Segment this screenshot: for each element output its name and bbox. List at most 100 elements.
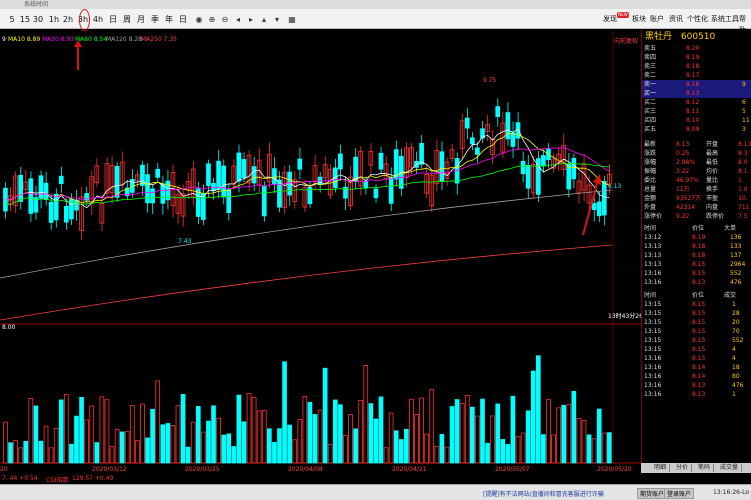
tick-top-row-0[interactable]: 13:12 8.19 136 xyxy=(642,233,751,242)
period-week[interactable]: 周 xyxy=(121,14,133,25)
eye-icon[interactable]: ◉ xyxy=(193,14,205,25)
volume-bar-26 xyxy=(135,440,140,464)
quote-key: 最高 xyxy=(706,150,719,157)
quote-row-0[interactable]: 最新 8.13 开盘 8.13 xyxy=(642,140,751,149)
index-value-b: 129.57 +0.49 xyxy=(72,475,114,482)
tick-bottom-row-4[interactable]: 13:15 8.15 552 xyxy=(642,336,751,345)
bid-volume: 11 xyxy=(742,117,750,124)
ask-row-3[interactable]: 卖二 8.17 xyxy=(642,71,751,80)
menu-personalize[interactable]: 个性化 xyxy=(687,14,708,25)
period-year[interactable]: 年 xyxy=(163,14,175,25)
tick-bottom-row-3[interactable]: 13:15 8.15 70 xyxy=(642,327,751,336)
candle-body-71 xyxy=(363,181,369,189)
bid-row-selected[interactable]: 买一 8.13 xyxy=(642,89,751,98)
ask-row-0[interactable]: 卖五 8.20 xyxy=(642,44,751,53)
tick-bottom-row-10[interactable]: 13:16 8.13 1 xyxy=(642,390,751,399)
zoom-in-icon[interactable]: ⊕ xyxy=(206,14,218,25)
menu-account[interactable]: 账户 xyxy=(650,14,664,25)
period-15[interactable]: 15 xyxy=(19,14,31,25)
ask-row-1[interactable]: 卖四 8.19 xyxy=(642,53,751,62)
quote-key: 最低 xyxy=(706,159,719,166)
bid-row-0[interactable]: 买二 8.12 6 xyxy=(642,98,751,107)
tick-header-2[interactable]: 时间 价位 成交 xyxy=(642,291,751,300)
bid-row-3[interactable]: 买五 8.09 3 xyxy=(642,125,751,134)
tick-bottom-row-6[interactable]: 13:16 8.15 4 xyxy=(642,354,751,363)
volume-bar-95 xyxy=(485,442,490,464)
candle-body-117 xyxy=(596,201,602,217)
tick-bottom-row-5[interactable]: 13:15 8.15 4 xyxy=(642,345,751,354)
login-account-button[interactable]: 登录账户 xyxy=(664,488,695,499)
menu-sector[interactable]: 板块 xyxy=(632,14,646,25)
arrow-left-icon[interactable]: ◂ xyxy=(232,14,244,25)
tick-head-time: 时间 xyxy=(644,225,657,232)
quote-row-4[interactable]: 委比 46.97% 量比 1. xyxy=(642,176,751,185)
volume-bar-15 xyxy=(79,396,84,464)
volume-bar-106 xyxy=(541,434,546,464)
volume-bar-45 xyxy=(231,446,237,464)
menu-help[interactable]: 帮助 xyxy=(739,14,751,34)
tick-price: 8.15 xyxy=(692,301,706,308)
tick-bottom-row-2[interactable]: 13:15 8.15 20 xyxy=(642,318,751,327)
tick-bottom-row-8[interactable]: 13:16 8.14 80 xyxy=(642,372,751,381)
period-1h[interactable]: 1h xyxy=(48,14,60,25)
tick-header[interactable]: 时间 价位 大单 xyxy=(642,224,751,233)
quote-key: 换手 xyxy=(706,186,719,193)
volume-bar-46 xyxy=(236,394,242,464)
tab-detail[interactable]: 明细 xyxy=(651,464,671,472)
period-2h[interactable]: 2h xyxy=(62,14,74,25)
period-30[interactable]: 30 xyxy=(32,14,44,25)
period-quarter[interactable]: 季 xyxy=(149,14,161,25)
quote-row-9[interactable]: 涨停价 9.22 跌停价 7.5 xyxy=(642,212,751,221)
period-5[interactable]: 5 xyxy=(6,14,18,25)
tick-price: 8.14 xyxy=(692,373,706,380)
quote-row-2[interactable]: 涨幅 2.98% 最低 8.0 xyxy=(642,158,751,167)
arrow-right-icon[interactable]: ▸ xyxy=(245,14,257,25)
arrow-down-icon[interactable]: ▾ xyxy=(271,14,283,25)
quote-row-6[interactable]: 金额 93527万 市盈 10. xyxy=(642,194,751,203)
tick-top-row-4[interactable]: 13:16 8.15 552 xyxy=(642,269,751,278)
arrow-up-icon[interactable]: ▴ xyxy=(258,14,270,25)
volume-bar-57 xyxy=(292,439,298,464)
fraud-notice[interactable]: [提醒]有不法网站/直播间和冒充客服进行诈骗 xyxy=(483,489,604,498)
grid-icon[interactable]: ▦ xyxy=(286,14,298,25)
menu-discover[interactable]: 发现 xyxy=(603,14,617,25)
quote-key: 开盘 xyxy=(706,141,719,148)
tick-bottom-row-9[interactable]: 13:16 8.13 476 xyxy=(642,381,751,390)
period-month[interactable]: 月 xyxy=(135,14,147,25)
bid-row-1[interactable]: 买三 8.11 5 xyxy=(642,107,751,116)
tick-bottom-row-1[interactable]: 13:15 8.15 28 xyxy=(642,309,751,318)
tick-top-row-1[interactable]: 13:13 8.18 133 xyxy=(642,242,751,251)
period-day[interactable]: 日 xyxy=(107,14,119,25)
ask-row-4[interactable]: 卖一 8.16 9 xyxy=(642,80,751,89)
volume-bar-22 xyxy=(114,428,120,464)
tick-bottom-row-0[interactable]: 13:15 8.15 1 xyxy=(642,300,751,309)
period-day2[interactable]: 日 xyxy=(177,14,189,25)
kline-chart[interactable]: 9 MA10 8.89 MA30 8.93 MA60 8.54 MA120 8.… xyxy=(0,30,751,473)
tick-top-row-5[interactable]: 13:16 8.13 476 xyxy=(642,278,751,287)
candle-body-9 xyxy=(48,201,54,223)
quote-row-1[interactable]: 涨跌 0.25 最高 8.3 xyxy=(642,149,751,158)
tab-price-dist[interactable]: 分价 xyxy=(673,464,693,472)
tab-volume[interactable]: 成交量 xyxy=(717,464,743,472)
quote-row-3[interactable]: 振幅 3.22 均价 8.1 xyxy=(642,167,751,176)
tick-bottom-row-7[interactable]: 13:16 8.14 18 xyxy=(642,363,751,372)
futures-account-button[interactable]: 期货账户 xyxy=(637,488,668,499)
quote-row-8[interactable]: 外盘 42314 内盘 711 xyxy=(642,203,751,212)
volume-bar-41 xyxy=(211,405,216,464)
quote-row-5[interactable]: 总量 11万 换手 1.0 xyxy=(642,185,751,194)
menu-news[interactable]: 资讯 xyxy=(669,14,683,25)
volume-bar-20 xyxy=(104,399,110,464)
candle-body-91 xyxy=(464,117,470,129)
volume-bar-114 xyxy=(581,420,587,464)
menu-system-tools[interactable]: 系统工具 xyxy=(711,14,739,25)
tick-top-row-3[interactable]: 13:13 8.15 2964 xyxy=(642,260,751,269)
bid-row-2[interactable]: 买四 8.10 11 xyxy=(642,116,751,125)
zoom-out-icon[interactable]: ⊖ xyxy=(219,14,231,25)
adjust-label: 向前复权 xyxy=(614,37,638,45)
period-4h[interactable]: 4h xyxy=(92,14,104,25)
tick-top-row-2[interactable]: 13:13 8.18 137 xyxy=(642,251,751,260)
volume-bar-119 xyxy=(607,432,612,464)
ask-row-2[interactable]: 卖三 8.18 xyxy=(642,62,751,71)
volume-bar-32 xyxy=(165,423,171,464)
tab-code[interactable]: 笔码 xyxy=(695,464,715,472)
